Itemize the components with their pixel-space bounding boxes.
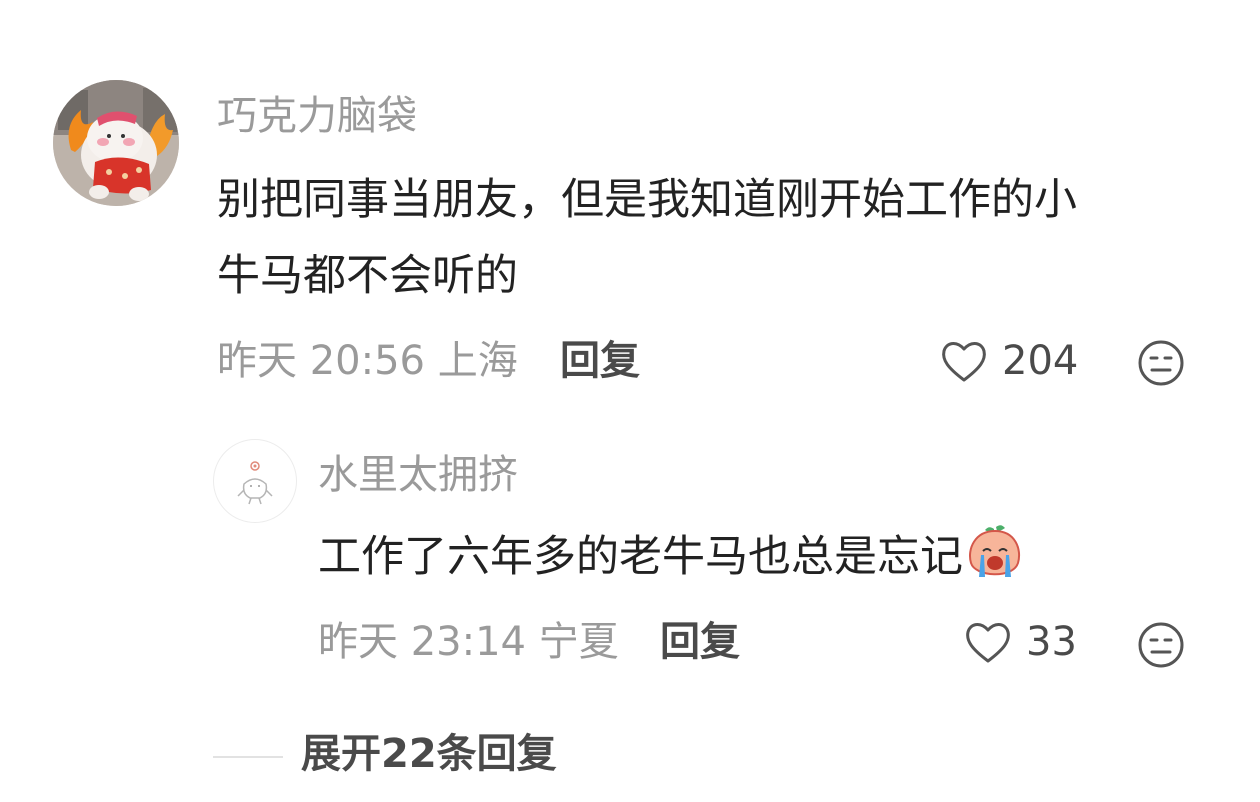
- reply-reply-button[interactable]: 回复: [660, 622, 740, 662]
- comment-like-count: 204: [1002, 338, 1079, 384]
- comment-timestamp-location: 昨天 20:56 上海: [217, 338, 518, 384]
- heart-outline-icon: [966, 623, 1010, 663]
- reply-like-button[interactable]: 33: [964, 619, 1077, 665]
- replier-username[interactable]: 水里太拥挤: [318, 455, 518, 495]
- reply-emoji-reaction-button[interactable]: [1136, 620, 1186, 670]
- comment-text-line-1: 别把同事当朋友，但是我知道刚开始工作的小: [217, 175, 1077, 225]
- meh-face-icon: [1138, 622, 1184, 668]
- crying-peach-sticker: [969, 525, 1020, 577]
- expand-divider-line: [213, 756, 283, 758]
- meh-face-icon: [1138, 340, 1184, 386]
- comment-like-button[interactable]: 204: [940, 338, 1078, 384]
- replier-avatar[interactable]: [213, 439, 297, 523]
- expand-replies-button[interactable]: 展开22条回复: [301, 734, 557, 774]
- reply-text-content: 工作了六年多的老牛马也总是忘记: [318, 532, 963, 582]
- commenter-username[interactable]: 巧克力脑袋: [217, 96, 417, 136]
- avatar-plush-image: [53, 80, 179, 206]
- reply-timestamp-location: 昨天 23:14 宁夏: [318, 619, 619, 665]
- comment-reply-button[interactable]: 回复: [560, 341, 640, 381]
- comment-text-line-2: 牛马都不会听的: [217, 251, 518, 301]
- comment-emoji-reaction-button[interactable]: [1136, 338, 1186, 388]
- reply-text: 工作了六年多的老牛马也总是忘记: [318, 523, 1023, 590]
- commenter-avatar[interactable]: [53, 80, 179, 206]
- heart-outline-icon: [942, 342, 986, 382]
- reply-like-count: 33: [1026, 619, 1077, 665]
- avatar-doodle-image: [237, 461, 273, 505]
